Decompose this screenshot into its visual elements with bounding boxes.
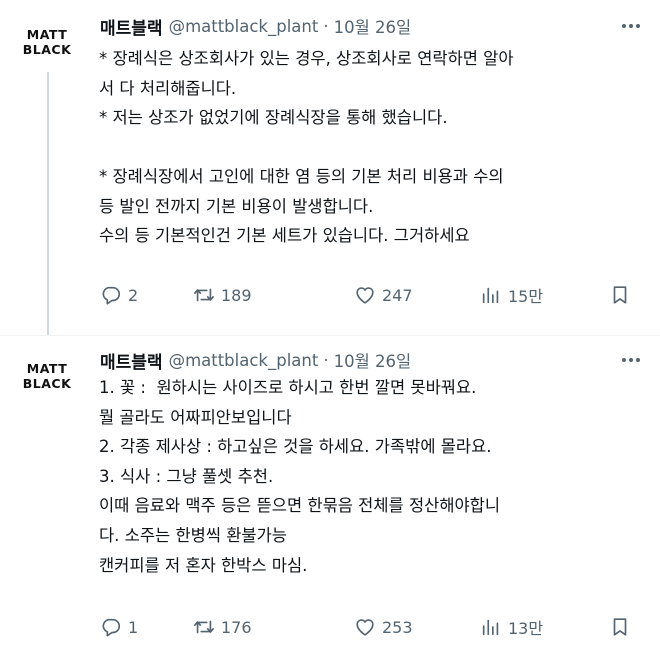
tweet-text-line: 뭘 골라도 어짜피안보입니다 — [99, 407, 292, 427]
tweet-actions: 1 176 253 13만 — [96, 614, 642, 640]
tweet-text-line: 캔커피를 저 혼자 한박스 마심. — [99, 555, 308, 575]
views-button[interactable]: 13만 — [480, 614, 543, 640]
retweet-icon — [194, 620, 214, 634]
display-name[interactable]: 매트블랙 — [100, 348, 163, 373]
analytics-icon — [482, 287, 499, 304]
bookmark-icon — [613, 618, 627, 636]
user-handle[interactable]: @mattblack_plant — [169, 17, 319, 36]
like-count: 247 — [382, 285, 413, 305]
display-name[interactable]: 매트블랙 — [100, 14, 163, 39]
reply-count: 2 — [128, 285, 139, 305]
avatar[interactable]: MATT BLACK — [14, 352, 80, 400]
user-handle[interactable]: @mattblack_plant — [169, 351, 319, 370]
more-options-icon[interactable] — [622, 349, 640, 371]
tweet-text-line: 이때 음료와 맥주 등은 뜯으면 한묶음 전체를 정산해야합니 — [99, 496, 501, 516]
tweet-header: 매트블랙 @mattblack_plant · 10월 26일 — [100, 348, 648, 373]
heart-icon — [356, 287, 374, 304]
more-options-icon[interactable] — [622, 15, 640, 37]
bookmark-icon — [613, 286, 627, 304]
like-button[interactable]: 253 — [354, 614, 413, 640]
bookmark-button[interactable] — [609, 614, 631, 640]
tweet-text-line: * 장례식은 상조회사가 있는 경우, 상조회사로 연락하면 알아 — [99, 49, 514, 68]
tweet-actions: 2 189 247 15만 — [96, 282, 642, 308]
reply-icon — [102, 618, 121, 637]
separator-dot: · — [323, 16, 329, 36]
tweet-text-line: 2. 각종 제사상 : 하고싶은 것을 하세요. 가족밖에 몰라요. — [99, 437, 492, 457]
reply-count: 1 — [128, 617, 139, 637]
retweet-icon — [194, 288, 214, 302]
heart-icon — [356, 619, 374, 636]
like-button[interactable]: 247 — [354, 282, 413, 308]
views-button[interactable]: 15만 — [480, 282, 543, 308]
tweet-text-line: 1. 꽃 : 원하시는 사이즈로 하시고 한번 깔면 못바꿔요. — [99, 378, 477, 397]
tweet-text-line — [99, 133, 638, 163]
avatar-logo-text: BLACK — [22, 376, 72, 391]
avatar-logo-text: BLACK — [22, 42, 72, 57]
view-count: 15만 — [508, 287, 544, 306]
reply-icon — [102, 286, 121, 305]
tweet-text-line: 등 발인 전까지 기본 비용이 발생합니다. — [99, 196, 374, 216]
separator-dot: · — [323, 350, 329, 370]
tweet[interactable]: MATT BLACK 매트블랙 @mattblack_plant · 10월 2… — [0, 0, 660, 335]
tweet-text-line: 수의 등 기본적인건 기본 세트가 있습니다. 그거하세요 — [99, 226, 470, 245]
like-count: 253 — [382, 617, 413, 637]
reply-button[interactable]: 1 — [100, 614, 138, 640]
tweet-header: 매트블랙 @mattblack_plant · 10월 26일 — [100, 14, 648, 39]
tweet[interactable]: MATT BLACK 매트블랙 @mattblack_plant · 10월 2… — [0, 335, 660, 662]
tweet-text-line: * 저는 상조가 없었기에 장례식장을 통해 했습니다. — [99, 108, 448, 127]
view-count: 13만 — [508, 619, 544, 638]
retweet-button[interactable]: 176 — [193, 614, 252, 640]
tweet-date[interactable]: 10월 26일 — [334, 348, 412, 372]
tweet-text-line: 3. 식사 : 그냥 풀셋 추천. — [99, 466, 274, 486]
bookmark-button[interactable] — [609, 282, 631, 308]
analytics-icon — [482, 619, 499, 636]
tweet-text: * 장례식은 상조회사가 있는 경우, 상조회사로 연락하면 알아 서 다 처리… — [99, 44, 638, 251]
reply-button[interactable]: 2 — [100, 282, 138, 308]
retweet-count: 189 — [221, 285, 252, 305]
avatar-logo-text: MATT — [26, 361, 68, 376]
retweet-button[interactable]: 189 — [193, 282, 252, 308]
avatar-logo-text: MATT — [26, 27, 68, 42]
tweet-text-line: 서 다 처리해줍니다. — [99, 78, 237, 98]
tweet-text-line: 다. 소주는 한병씩 환불가능 — [99, 525, 287, 545]
thread-connector-line — [47, 72, 49, 335]
retweet-count: 176 — [221, 617, 252, 637]
tweet-text: 1. 꽃 : 원하시는 사이즈로 하시고 한번 깔면 못바꿔요. 뭘 골라도 어… — [99, 373, 638, 580]
avatar[interactable]: MATT BLACK — [14, 18, 80, 66]
tweet-text-line: * 장례식장에서 고인에 대한 염 등의 기본 처리 비용과 수의 — [99, 167, 504, 186]
tweet-date[interactable]: 10월 26일 — [334, 14, 412, 38]
